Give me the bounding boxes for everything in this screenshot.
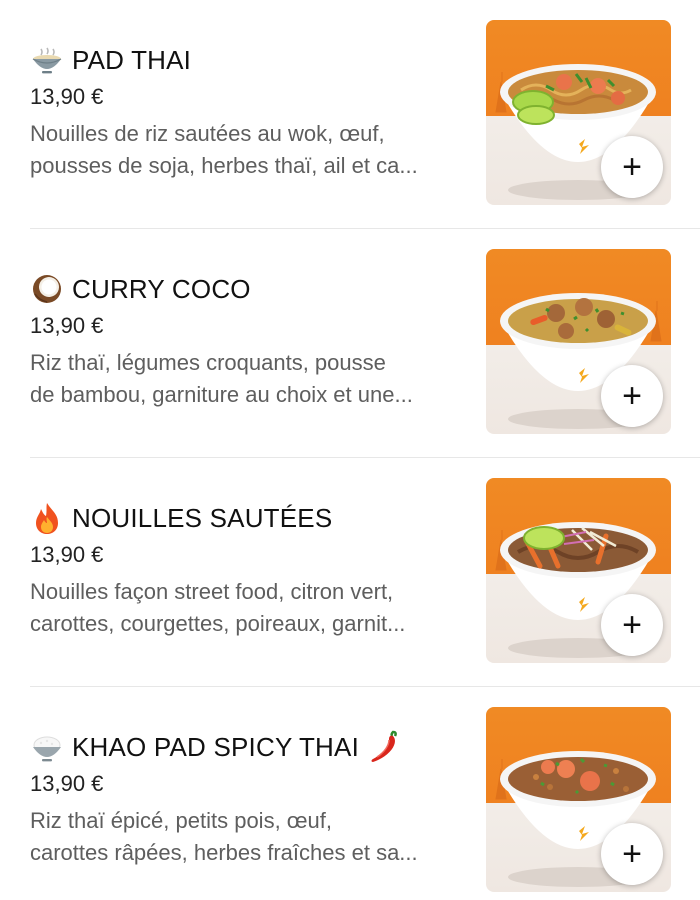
item-description: Riz thaï épicé, petits pois, œuf, carott… <box>30 808 418 865</box>
title-row: PAD THAI <box>30 42 480 78</box>
add-button[interactable]: + <box>601 136 663 198</box>
title-row: NOUILLES SAUTÉES <box>30 500 480 536</box>
item-description: Nouilles de riz sautées au wok, œuf, pou… <box>30 121 418 178</box>
item-price: 13,90 € <box>30 542 104 567</box>
item-info: PAD THAI 13,90 € Nouilles de riz sautées… <box>30 42 480 182</box>
add-button[interactable]: + <box>601 365 663 427</box>
item-title: PAD THAI <box>72 44 192 75</box>
chili-pepper-icon <box>371 730 397 762</box>
item-description: Riz thaï, légumes croquants, pousse de b… <box>30 350 413 407</box>
add-button[interactable]: + <box>601 823 663 885</box>
item-info: KHAO PAD SPICY THAI 13,90 € Riz thaï épi… <box>30 729 480 869</box>
item-info: CURRY COCO 13,90 € Riz thaï, légumes cro… <box>30 271 480 411</box>
item-price: 13,90 € <box>30 313 104 338</box>
item-price: 13,90 € <box>30 771 104 796</box>
noodle-bowl-icon <box>32 47 62 74</box>
item-title: NOUILLES SAUTÉES <box>72 502 333 533</box>
add-button[interactable]: + <box>601 594 663 656</box>
rice-bowl-icon <box>33 736 61 762</box>
menu-item-khao-pad-spicy-thai[interactable]: KHAO PAD SPICY THAI 13,90 € Riz thaï épi… <box>0 687 700 900</box>
coconut-icon <box>33 275 61 303</box>
menu-list: PAD THAI 13,90 € Nouilles de riz sautées… <box>0 0 700 900</box>
title-row: KHAO PAD SPICY THAI <box>30 729 480 765</box>
title-row: CURRY COCO <box>30 271 480 307</box>
menu-item-curry-coco[interactable]: CURRY COCO 13,90 € Riz thaï, légumes cro… <box>0 229 700 458</box>
item-title: CURRY COCO <box>72 273 251 304</box>
fire-icon <box>36 503 58 534</box>
menu-item-pad-thai[interactable]: PAD THAI 13,90 € Nouilles de riz sautées… <box>0 0 700 229</box>
item-info: NOUILLES SAUTÉES 13,90 € Nouilles façon … <box>30 500 480 640</box>
menu-item-nouilles-sautees[interactable]: NOUILLES SAUTÉES 13,90 € Nouilles façon … <box>0 458 700 687</box>
item-title: KHAO PAD SPICY THAI <box>72 731 359 762</box>
item-price: 13,90 € <box>30 84 104 109</box>
item-description: Nouilles façon street food, citron vert,… <box>30 579 406 636</box>
